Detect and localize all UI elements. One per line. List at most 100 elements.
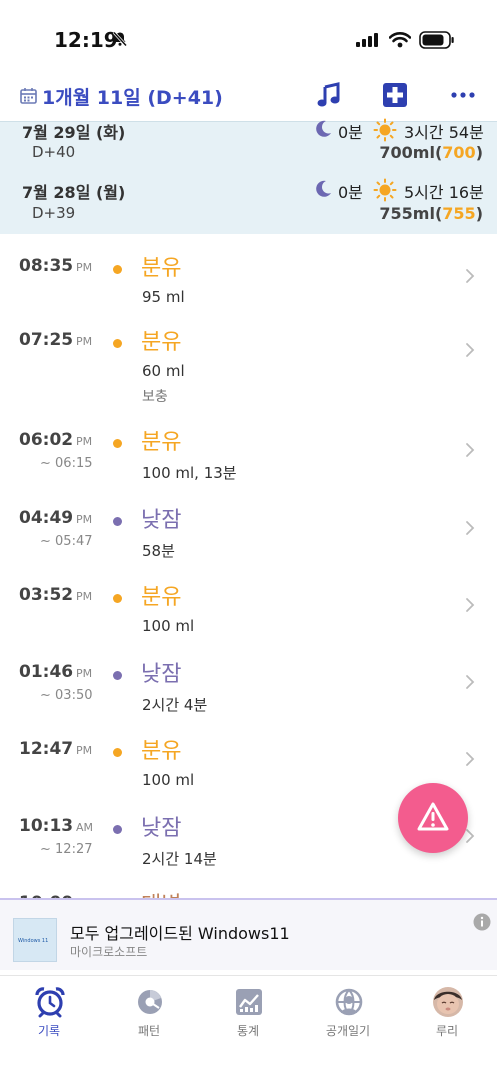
alert-fab-button[interactable] — [398, 783, 468, 853]
entry-title: 분유 — [141, 330, 182, 355]
entry-ampm: PM — [76, 435, 93, 448]
summary-date: 7월 29일 (화) — [22, 123, 126, 142]
timeline-entry[interactable]: 07:25 PM 분유 60 ml 보충 — [0, 314, 497, 405]
summary-night-sleep: 0분 — [338, 123, 363, 142]
summary-feed-total: 755ml(755) — [379, 204, 483, 223]
entry-detail: 58분 — [142, 542, 175, 560]
entry-type-dot — [113, 825, 122, 834]
cellular-signal-icon — [356, 33, 378, 47]
tab-statistics[interactable]: 통계 — [208, 984, 288, 1044]
entry-ampm: AM — [76, 821, 94, 834]
ad-thumbnail: Windows 11 — [13, 918, 57, 962]
entry-end-time: ~ 05:47 — [40, 534, 93, 549]
entry-ampm: PM — [76, 667, 93, 680]
bell-slash-icon — [112, 31, 128, 47]
alarm-clock-icon — [35, 987, 65, 1018]
timeline-entry[interactable]: 04:49 PM ~ 05:47 낮잠 58분 — [0, 492, 497, 569]
entry-title: 낮잠 — [141, 662, 182, 687]
entry-detail: 100 ml — [142, 617, 195, 635]
chevron-right-icon — [466, 598, 475, 612]
chevron-right-icon — [466, 521, 475, 535]
chevron-right-icon — [466, 675, 475, 689]
timeline-entry[interactable]: 06:02 PM ~ 06:15 분유 100 ml, 13분 — [0, 414, 497, 491]
entry-detail: 2시간 4분 — [142, 696, 208, 714]
wifi-icon — [389, 32, 411, 48]
entry-type-dot — [113, 594, 122, 603]
entry-type-dot — [113, 748, 122, 757]
tab-records[interactable]: 기록 — [9, 984, 89, 1044]
entry-end-time: ~ 03:50 — [40, 688, 93, 703]
more-dots-icon — [451, 92, 475, 98]
entry-title: 분유 — [141, 585, 182, 610]
summary-night-sleep: 0분 — [338, 183, 363, 202]
entry-ampm: PM — [76, 744, 93, 757]
entry-start-time: 12:47 — [19, 739, 74, 759]
add-record-button[interactable] — [382, 82, 408, 108]
timeline-entry[interactable]: 08:35 PM 분유 95 ml — [0, 240, 497, 317]
music-button[interactable] — [316, 82, 342, 108]
summary-row[interactable]: 7월 29일 (화) D+40 0분 3시간 54분 700ml(700) — [0, 118, 497, 175]
ad-title: 모두 업그레이드된 Windows11 — [70, 924, 290, 943]
tab-label: 기록 — [37, 1024, 61, 1038]
chevron-right-icon — [466, 443, 475, 457]
tab-baby-profile[interactable]: 루리 — [407, 984, 487, 1044]
chevron-right-icon — [466, 269, 475, 283]
ad-banner[interactable]: Windows 11 모두 업그레이드된 Windows11 마이크로소프트 — [0, 898, 497, 970]
entry-title: 분유 — [141, 430, 182, 455]
entry-title: 낮잠 — [141, 816, 182, 841]
summary-day-sleep: 5시간 16분 — [404, 183, 484, 202]
tab-label: 패턴 — [137, 1024, 161, 1038]
entry-end-time: ~ 12:27 — [40, 842, 93, 857]
timeline-entry[interactable]: 03:52 PM 분유 100 ml — [0, 569, 497, 646]
entry-end-time: ~ 06:15 — [40, 456, 93, 471]
tab-label: 통계 — [236, 1024, 260, 1038]
moon-icon — [316, 180, 331, 197]
status-bar: 12:19 — [0, 0, 497, 80]
entry-type-dot — [113, 671, 122, 680]
sun-icon — [373, 118, 397, 142]
entry-start-time: 01:46 — [19, 662, 74, 682]
entry-detail: 100 ml — [142, 771, 195, 789]
summary-row[interactable]: 7월 28일 (월) D+39 0분 5시간 16분 755ml(755) — [0, 178, 497, 235]
info-icon[interactable] — [473, 913, 491, 931]
pattern-chart-icon — [138, 990, 162, 1014]
summary-dplus: D+39 — [32, 204, 76, 222]
summary-feed-total: 700ml(700) — [379, 143, 483, 162]
timeline-entry[interactable]: 10:00AM대변 — [0, 877, 497, 898]
entry-title: 분유 — [141, 739, 182, 764]
entry-ampm: PM — [76, 590, 93, 603]
warning-triangle-icon — [417, 802, 449, 831]
status-time: 12:19 — [54, 28, 118, 52]
entry-ampm: PM — [76, 335, 93, 348]
entry-title: 분유 — [141, 256, 182, 281]
app-header: 1개월 11일 (D+41) — [0, 80, 497, 122]
entry-detail: 2시간 14분 — [142, 850, 217, 868]
tab-pattern[interactable]: 패턴 — [109, 984, 189, 1044]
entry-title: 대변 — [141, 887, 181, 898]
chevron-right-icon — [466, 829, 475, 843]
chevron-right-icon — [466, 343, 475, 357]
summary-dplus: D+40 — [32, 143, 76, 161]
entry-ampm: PM — [76, 261, 93, 274]
entry-start-time: 08:35 — [19, 256, 74, 276]
timeline-entry[interactable]: 01:46 PM ~ 03:50 낮잠 2시간 4분 — [0, 646, 497, 723]
entry-start-time: 03:52 — [19, 585, 74, 605]
page-title[interactable]: 1개월 11일 (D+41) — [42, 83, 223, 110]
more-options-button[interactable] — [450, 82, 476, 108]
entry-start-time: 10:13 — [19, 816, 74, 836]
statistics-icon — [236, 989, 262, 1015]
feed-formula-ml: 700 — [442, 143, 476, 162]
entry-detail: 60 ml — [142, 362, 185, 380]
entry-start-time: 07:25 — [19, 330, 74, 350]
feed-total-ml: 755ml — [379, 204, 435, 223]
entry-title: 낮잠 — [141, 508, 182, 533]
daily-summary: 7월 29일 (화) D+40 0분 3시간 54분 700ml(700) 7월… — [0, 118, 497, 235]
bottom-tab-bar: 기록 패턴 통계 공개일기 루리 — [0, 975, 497, 1080]
ad-thumbnail-text: Windows 11 — [18, 938, 49, 944]
entry-ampm: PM — [76, 513, 93, 526]
entry-type-dot — [113, 265, 122, 274]
entry-start-time: 06:02 — [19, 430, 74, 450]
entry-type-dot — [113, 439, 122, 448]
tab-label: 루리 — [435, 1024, 459, 1038]
tab-public-diary[interactable]: 공개일기 — [308, 984, 388, 1044]
